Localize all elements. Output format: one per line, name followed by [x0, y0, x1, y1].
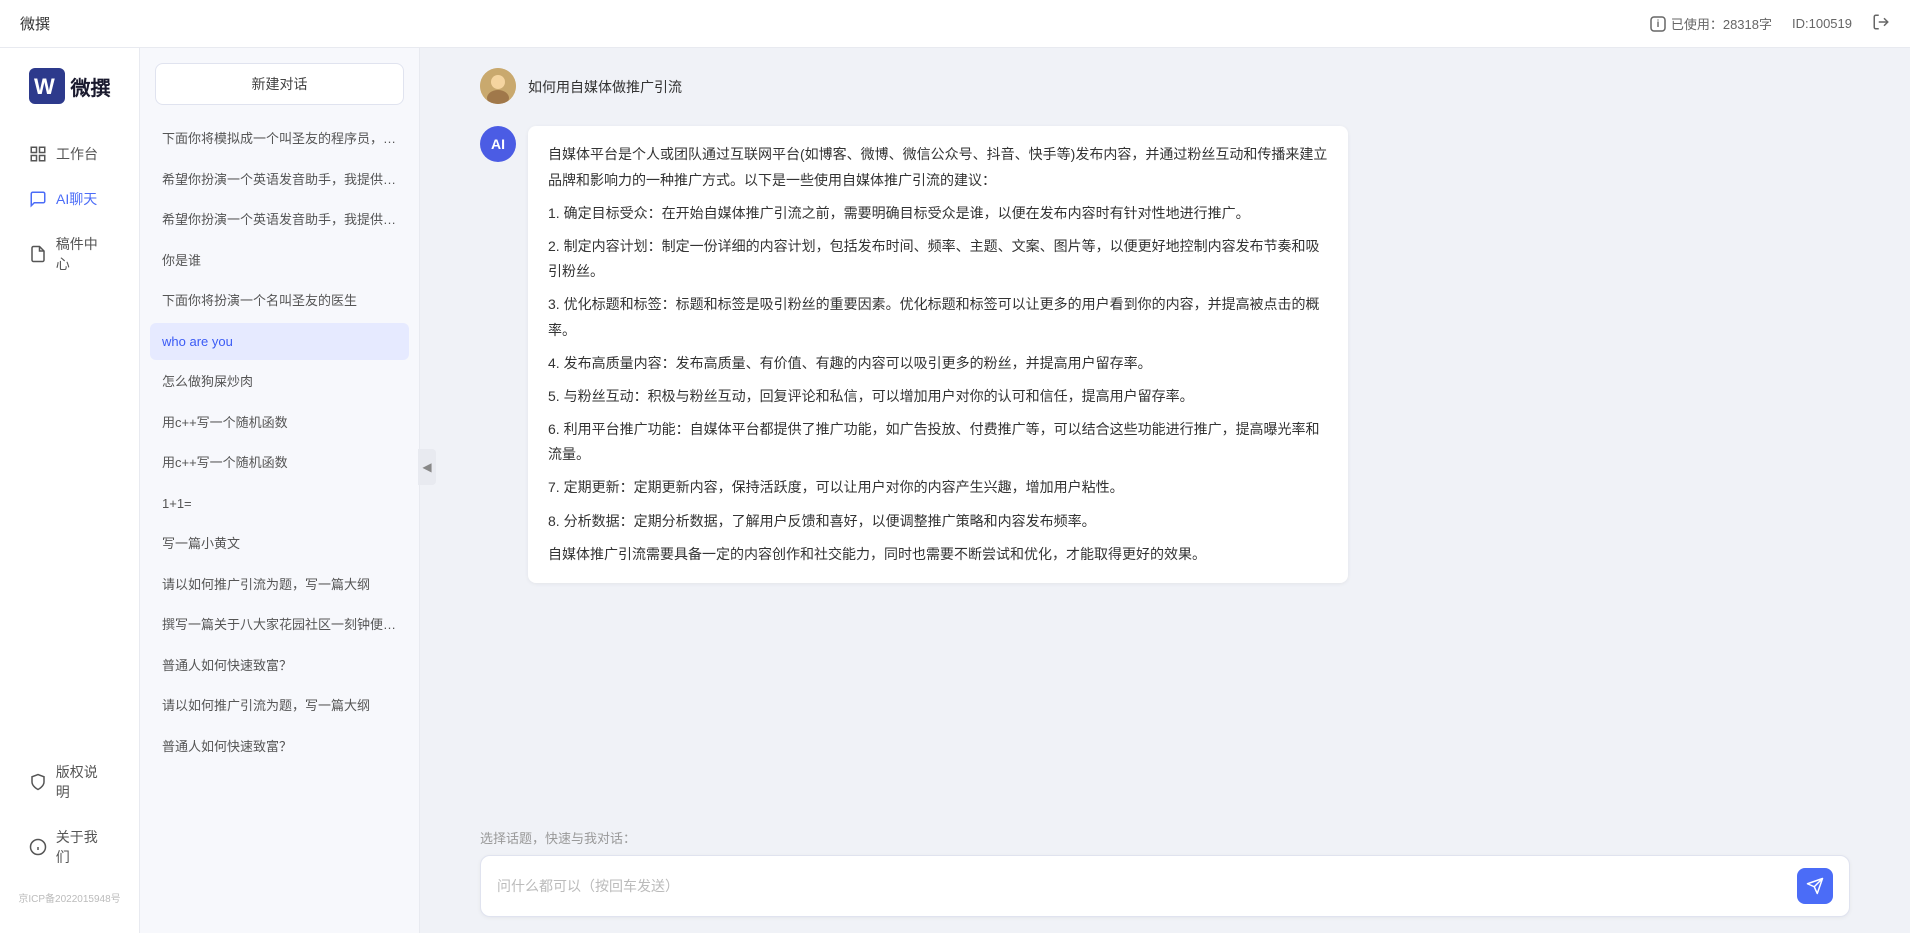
- nav-sidebar: W 微撰 工作台 AI聊天: [0, 48, 140, 933]
- list-item[interactable]: 下面你将扮演一个名叫圣友的医生: [150, 282, 409, 320]
- main-layout: W 微撰 工作台 AI聊天: [0, 48, 1910, 933]
- icp-text: 京ICP备2022015948号: [0, 882, 139, 913]
- sidebar-item-about[interactable]: 关于我们: [8, 817, 131, 877]
- list-item[interactable]: 普通人如何快速致富？: [150, 647, 409, 685]
- logo-text: 微撰: [71, 72, 111, 101]
- svg-text:W: W: [34, 74, 55, 99]
- logo-icon: W: [29, 68, 65, 104]
- sidebar-toggle[interactable]: ◀: [418, 449, 436, 485]
- ai-message-content: 自媒体平台是个人或团队通过互联网平台(如博客、微博、微信公众号、抖音、快手等)发…: [528, 126, 1348, 583]
- logo-area: W 微撰: [14, 68, 126, 104]
- list-item[interactable]: 你是谁: [150, 242, 409, 280]
- topbar-usage: i 已使用：28318字: [1650, 14, 1772, 33]
- topbar-title: 微撰: [20, 13, 1650, 34]
- ai-paragraph-3: 3. 优化标题和标签：标题和标签是吸引粉丝的重要因素。优化标题和标签可以让更多的…: [548, 292, 1328, 342]
- list-item[interactable]: 用c++写一个随机函数: [150, 404, 409, 442]
- send-button[interactable]: [1797, 868, 1833, 904]
- chat-history-list: 下面你将模拟成一个叫圣友的程序员，我说... 希望你扮演一个英语发音助手，我提供…: [140, 120, 419, 933]
- list-item[interactable]: 撰写一篇关于八大家花园社区一刻钟便民生...: [150, 606, 409, 644]
- about-label: 关于我们: [56, 827, 111, 867]
- sidebar-item-copyright[interactable]: 版权说明: [8, 752, 131, 812]
- new-chat-button[interactable]: 新建对话: [155, 63, 404, 105]
- usage-text: 已使用：28318字: [1671, 14, 1772, 33]
- list-item-active[interactable]: who are you: [150, 323, 409, 361]
- copyright-label: 版权说明: [56, 762, 111, 802]
- nav-bottom: 版权说明 关于我们 京ICP备2022015948号: [0, 752, 139, 913]
- grid-icon: [28, 144, 48, 164]
- user-avatar: [480, 68, 516, 104]
- list-item[interactable]: 请以如何推广引流为题，写一篇大纲: [150, 566, 409, 604]
- chat-input[interactable]: [497, 874, 1797, 898]
- ai-avatar: AI: [480, 126, 516, 162]
- inbox-label: 稿件中心: [56, 234, 111, 274]
- workbench-label: 工作台: [56, 144, 98, 164]
- logout-icon[interactable]: [1872, 13, 1890, 34]
- quick-topics-label: 选择话题，快速与我对话：: [480, 828, 1850, 847]
- ai-paragraph-8: 8. 分析数据：定期分析数据，了解用户反馈和喜好，以便调整推广策略和内容发布频率…: [548, 509, 1328, 534]
- sidebar-item-ai-chat[interactable]: AI聊天: [8, 179, 131, 219]
- list-item[interactable]: 写一篇小黄文: [150, 525, 409, 563]
- list-item[interactable]: 用c++写一个随机函数: [150, 444, 409, 482]
- ai-chat-label: AI聊天: [56, 189, 97, 209]
- ai-paragraph-6: 6. 利用平台推广功能：自媒体平台都提供了推广功能，如广告投放、付费推广等，可以…: [548, 417, 1328, 467]
- svg-text:i: i: [1656, 19, 1659, 30]
- list-item[interactable]: 怎么做狗屎炒肉: [150, 363, 409, 401]
- user-message-content: 如何用自媒体做推广引流: [528, 68, 682, 106]
- shield-icon: [28, 772, 48, 792]
- topbar-id: ID:100519: [1792, 16, 1852, 31]
- chat-sidebar: 新建对话 下面你将模拟成一个叫圣友的程序员，我说... 希望你扮演一个英语发音助…: [140, 48, 420, 933]
- info-icon: i: [1650, 16, 1666, 32]
- chat-icon: [28, 189, 48, 209]
- list-item[interactable]: 1+1=: [150, 485, 409, 523]
- list-item[interactable]: 下面你将模拟成一个叫圣友的程序员，我说...: [150, 120, 409, 158]
- topbar: 微撰 i 已使用：28318字 ID:100519: [0, 0, 1910, 48]
- ai-paragraph-4: 4. 发布高质量内容：发布高质量、有价值、有趣的内容可以吸引更多的粉丝，并提高用…: [548, 351, 1328, 376]
- sidebar-item-inbox[interactable]: 稿件中心: [8, 224, 131, 284]
- info-circle-icon: [28, 837, 48, 857]
- user-message: 如何用自媒体做推广引流: [480, 68, 1850, 106]
- chat-main: 如何用自媒体做推广引流 AI 自媒体平台是个人或团队通过互联网平台(如博客、微博…: [420, 48, 1910, 933]
- ai-paragraph-1: 1. 确定目标受众：在开始自媒体推广引流之前，需要明确目标受众是谁，以便在发布内…: [548, 201, 1328, 226]
- nav-items: 工作台 AI聊天 稿件中心: [0, 134, 139, 284]
- chat-messages: 如何用自媒体做推广引流 AI 自媒体平台是个人或团队通过互联网平台(如博客、微博…: [420, 48, 1910, 818]
- file-icon: [28, 244, 48, 264]
- topbar-right: i 已使用：28318字 ID:100519: [1650, 13, 1890, 34]
- list-item[interactable]: 请以如何推广引流为题，写一篇大纲: [150, 687, 409, 725]
- list-item[interactable]: 普通人如何快速致富？: [150, 728, 409, 766]
- ai-paragraph-7: 7. 定期更新：定期更新内容，保持活跃度，可以让用户对你的内容产生兴趣，增加用户…: [548, 475, 1328, 500]
- send-icon: [1806, 877, 1824, 895]
- ai-paragraph-5: 5. 与粉丝互动：积极与粉丝互动，回复评论和私信，可以增加用户对你的认可和信任，…: [548, 384, 1328, 409]
- ai-paragraph-0: 自媒体平台是个人或团队通过互联网平台(如博客、微博、微信公众号、抖音、快手等)发…: [548, 142, 1328, 192]
- chat-input-area: 选择话题，快速与我对话：: [420, 818, 1910, 933]
- ai-paragraph-9: 自媒体推广引流需要具备一定的内容创作和社交能力，同时也需要不断尝试和优化，才能取…: [548, 542, 1328, 567]
- list-item[interactable]: 希望你扮演一个英语发音助手，我提供给你...: [150, 201, 409, 239]
- input-box: [480, 855, 1850, 917]
- sidebar-item-workbench[interactable]: 工作台: [8, 134, 131, 174]
- list-item[interactable]: 希望你扮演一个英语发音助手，我提供给你...: [150, 161, 409, 199]
- ai-paragraph-2: 2. 制定内容计划：制定一份详细的内容计划，包括发布时间、频率、主题、文案、图片…: [548, 234, 1328, 284]
- ai-message: AI 自媒体平台是个人或团队通过互联网平台(如博客、微博、微信公众号、抖音、快手…: [480, 126, 1850, 583]
